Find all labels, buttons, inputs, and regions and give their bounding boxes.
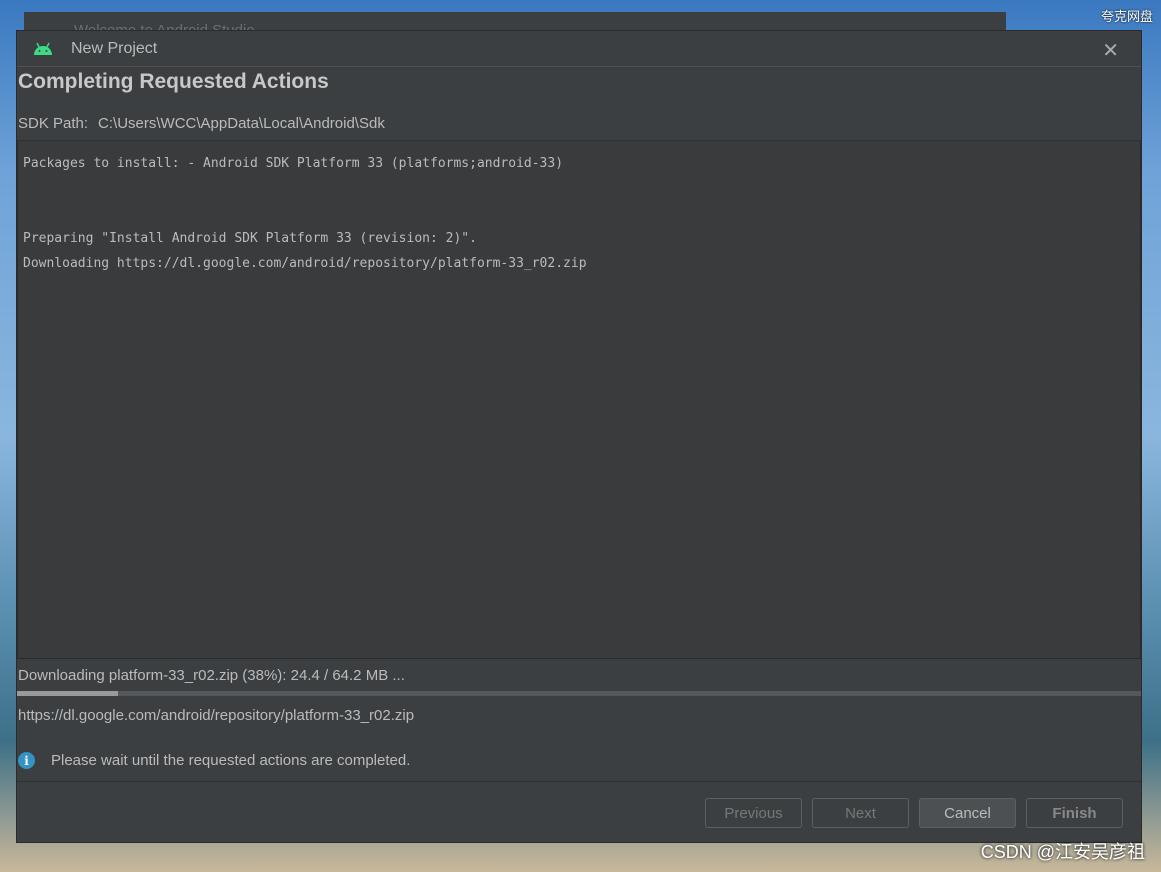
new-project-dialog: New Project ✕ Completing Requested Actio… (16, 30, 1142, 843)
dialog-title: New Project (71, 39, 158, 57)
sdk-path-label: SDK Path: (18, 115, 89, 132)
watermark: CSDN @江安吴彦祖 (980, 842, 1145, 862)
desktop-label: 夸克网盘 (1100, 9, 1153, 24)
log-line: Preparing "Install Android SDK Platform … (23, 231, 477, 246)
cancel-button[interactable]: Cancel (919, 798, 1016, 828)
page-title: Completing Requested Actions (18, 70, 329, 93)
android-icon (34, 42, 52, 55)
next-button[interactable]: Next (812, 798, 909, 828)
sdk-path-row: SDK Path: C:\Users\WCC\AppData\Local\Andr… (17, 111, 1141, 141)
info-icon: i (18, 752, 35, 769)
title-bar: New Project ✕ (17, 31, 1141, 67)
previous-button[interactable]: Previous (705, 798, 802, 828)
sdk-path-value: C:\Users\WCC\AppData\Local\Android\Sdk (98, 115, 385, 132)
info-text: Please wait until the requested actions … (51, 752, 411, 769)
download-status: Downloading platform-33_r02.zip (38%): 2… (18, 667, 405, 684)
close-icon[interactable]: ✕ (1102, 38, 1119, 63)
log-line: Packages to install: - Android SDK Platf… (23, 156, 564, 171)
info-message: i Please wait until the requested actions… (17, 736, 1141, 782)
download-url: https://dl.google.com/android/repository… (18, 707, 415, 724)
finish-button[interactable]: Finish (1026, 798, 1123, 828)
log-line: Downloading https://dl.google.com/androi… (23, 256, 587, 271)
log-output[interactable]: Packages to install: - Android SDK Platf… (17, 141, 1141, 659)
